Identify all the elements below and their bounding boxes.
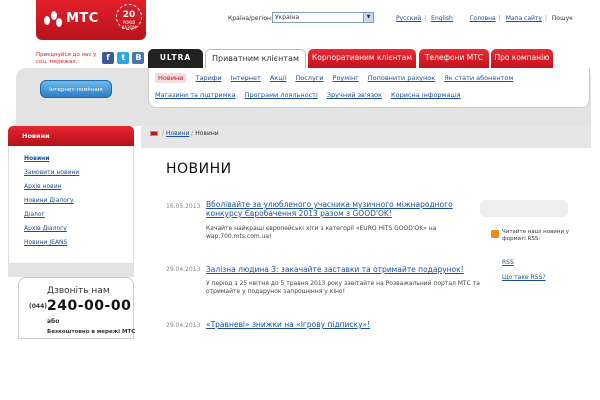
sidebar-item-dialog[interactable]: Діалог	[24, 211, 45, 218]
call-us-label: Дзвоніть нам	[47, 286, 110, 296]
sidebar-spacer	[8, 264, 134, 277]
subnav-loyalty[interactable]: Програми лояльності	[245, 91, 318, 99]
page-title: НОВИНИ	[166, 161, 232, 177]
internet-helper-button[interactable]: Інтернет-помічник	[40, 80, 112, 98]
sidebar-title: Новини	[8, 126, 134, 146]
what-is-rss-link[interactable]: Що таке RSS?	[502, 274, 546, 281]
subnav-services[interactable]: Послуги	[295, 74, 323, 82]
news-date: 29.04.2013	[166, 322, 201, 329]
rss-icon[interactable]	[491, 230, 499, 238]
breadcrumb: / Новини / Новини	[150, 130, 219, 137]
subnav-internet[interactable]: Інтернет	[231, 74, 261, 82]
sidebar-item-news[interactable]: Новини	[24, 155, 50, 162]
subnav-shops-support[interactable]: Магазини та підтримка	[155, 91, 236, 99]
news-title-link[interactable]: Вболівайте за улюбленого учасника музичн…	[206, 200, 476, 218]
subnav-roaming[interactable]: Роумінг	[333, 74, 359, 82]
subnav-promos[interactable]: Акції	[270, 74, 286, 82]
logo-eggs-icon	[44, 11, 62, 29]
news-date: 29.04.2013	[166, 266, 201, 273]
anniversary-number: 20	[122, 10, 136, 20]
sidebar-item-news-archive[interactable]: Архів новин	[24, 183, 62, 190]
phone-number: 240-00-00	[47, 298, 132, 314]
search-link[interactable]: Пошук	[552, 15, 573, 22]
mts-logo[interactable]: МТС 20 РОКІВ РАЗОМ	[36, 0, 146, 40]
top-links: Русский | English Головна | Мапа сайту | По…	[396, 15, 573, 22]
sidebar-item-dialog-archive[interactable]: Архів Діалогу	[24, 225, 67, 232]
breadcrumb-current: Новини	[195, 130, 219, 137]
twitter-icon[interactable]: t	[117, 52, 130, 64]
subnav-become-subscriber[interactable]: Як стати абонентом	[444, 74, 513, 82]
sidebar-item-dialog-news[interactable]: Новини Діалогу	[24, 197, 74, 204]
rss-link[interactable]: RSS	[502, 259, 514, 266]
subnav-useful-info[interactable]: Корисна інформація	[391, 91, 461, 99]
news-title-link[interactable]: «Травневі» знижки на «Ігрову підписку»!	[206, 320, 476, 329]
news-text: У період з 25 квітня до 5 травня 2013 ро…	[206, 280, 480, 295]
social-text: Приєднуйся до нас у соц. мережах:	[36, 52, 97, 65]
chevron-down-icon[interactable]: ▼	[363, 13, 373, 22]
news-date: 16.05.2013	[166, 203, 201, 210]
subnav-topup[interactable]: Поповнити рахунок	[368, 74, 435, 82]
phone-box: Дзвоніть нам (044) 240-00-00 або Безкошт…	[18, 277, 136, 339]
news-text: Качайте найкращі європейські хіти з кате…	[206, 225, 437, 240]
vkontakte-icon[interactable]: B	[132, 52, 145, 64]
subnav-convenient-connection[interactable]: Зручний зв'язок	[327, 91, 382, 99]
logo-brand: МТС	[66, 11, 99, 26]
sidebar-item-order-news[interactable]: Замовити новини	[24, 169, 79, 176]
country-label: Країна/регіон:	[228, 15, 273, 22]
sidebar-list: Новини Замовити новини Архів новин Новин…	[8, 146, 134, 264]
rss-panel	[480, 200, 568, 217]
country-value: Україна	[275, 14, 300, 21]
facebook-icon[interactable]: f	[102, 52, 114, 64]
sitemap-link[interactable]: Мапа сайту	[506, 15, 542, 22]
breadcrumb-news-link[interactable]: Новини	[166, 130, 189, 137]
phone-code: (044)	[29, 303, 48, 310]
tab-ultra[interactable]: ULTRA	[148, 49, 203, 68]
anniversary-badge: 20 РОКІВ РАЗОМ	[116, 4, 142, 30]
tab-corporate-clients[interactable]: Корпоративним клієнтам	[308, 49, 416, 68]
phone-free-note: Безкоштовно в мережі МТС	[47, 329, 136, 335]
sidebar-item-jeans-news[interactable]: Новини JEANS	[24, 239, 67, 246]
sub-navigation: Новини Тарифи Інтернет Акції Послуги Роу…	[148, 68, 590, 108]
phone-or: або	[47, 318, 60, 325]
subnav-news[interactable]: Новини	[155, 73, 187, 83]
tab-private-clients[interactable]: Приватним клієнтам	[205, 49, 306, 69]
lang-english-link[interactable]: English	[431, 15, 453, 22]
rss-text: Читайте наші новини у форматі RSS:	[502, 229, 570, 242]
news-title-link[interactable]: Залізна людина 3: закачайте заставки та …	[206, 265, 476, 274]
anniversary-text: РОКІВ РАЗОМ	[121, 20, 137, 30]
home-link[interactable]: Головна	[470, 15, 496, 22]
subnav-tariffs[interactable]: Тарифи	[195, 74, 221, 82]
country-select[interactable]: Україна ▼	[272, 12, 374, 23]
tab-mts-phones[interactable]: Телефони МТС	[419, 49, 489, 68]
tab-about-company[interactable]: Про компанію	[491, 49, 553, 68]
social-icons: f t B	[102, 52, 145, 64]
lang-russian-link[interactable]: Русский	[396, 15, 421, 22]
flag-icon	[150, 131, 158, 136]
